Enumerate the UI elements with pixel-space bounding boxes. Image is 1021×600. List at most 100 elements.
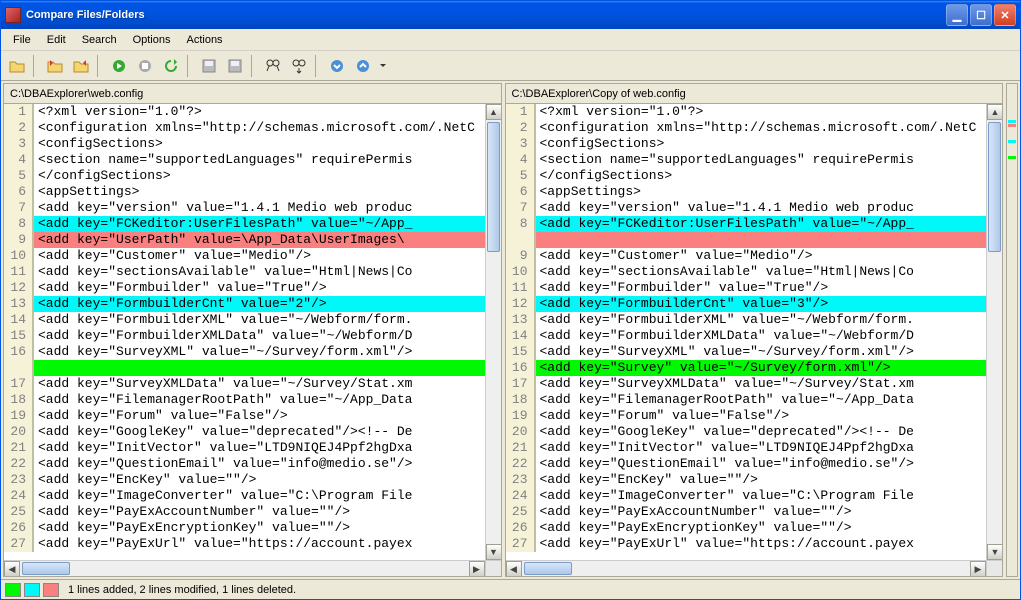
scroll-thumb[interactable] <box>487 122 500 252</box>
code-line[interactable]: 19 <add key="Forum" value="False"/> <box>506 408 987 424</box>
code-line[interactable]: 14 <add key="FormbuilderXML" value="~/We… <box>4 312 485 328</box>
code-line[interactable]: 2<configuration xmlns="http://schemas.mi… <box>506 120 987 136</box>
maximize-button[interactable]: ☐ <box>970 4 992 26</box>
open-left-icon[interactable] <box>43 54 67 78</box>
code-line[interactable]: 13 <add key="FormbuilderXML" value="~/We… <box>506 312 987 328</box>
code-line[interactable]: 7 <add key="version" value="1.4.1 Medio … <box>4 200 485 216</box>
dropdown-arrow-icon[interactable] <box>377 54 389 78</box>
menu-edit[interactable]: Edit <box>39 32 74 48</box>
code-line[interactable]: 6 <appSettings> <box>506 184 987 200</box>
code-line[interactable]: 6 <appSettings> <box>4 184 485 200</box>
right-code-area[interactable]: 1<?xml version="1.0"?>2<configuration xm… <box>506 104 987 560</box>
code-line[interactable]: 26 <add key="PayExEncryptionKey" value="… <box>4 520 485 536</box>
scroll-right-icon[interactable]: ▶ <box>970 561 986 576</box>
code-line[interactable]: 4 <section name="supportedLanguages" req… <box>4 152 485 168</box>
save-left-icon[interactable] <box>197 54 221 78</box>
scroll-track[interactable] <box>486 120 501 544</box>
code-line[interactable]: 13 <add key="FormbuilderCnt" value="2"/> <box>4 296 485 312</box>
scroll-thumb[interactable] <box>988 122 1001 252</box>
code-line[interactable]: 5 </configSections> <box>506 168 987 184</box>
code-line[interactable]: 22 <add key="QuestionEmail" value="info@… <box>506 456 987 472</box>
code-line[interactable]: 14 <add key="FormbuilderXMLData" value="… <box>506 328 987 344</box>
code-line[interactable]: 8 <add key="FCKeditor:UserFilesPath" val… <box>4 216 485 232</box>
code-line[interactable]: 3 <configSections> <box>4 136 485 152</box>
code-line[interactable]: 18 <add key="FilemanagerRootPath" value=… <box>506 392 987 408</box>
code-line[interactable]: 11 <add key="Formbuilder" value="True"/> <box>506 280 987 296</box>
left-vscrollbar[interactable]: ▲ ▼ <box>485 104 501 560</box>
code-line[interactable]: 2<configuration xmlns="http://schemas.mi… <box>4 120 485 136</box>
code-line[interactable]: 7 <add key="version" value="1.4.1 Medio … <box>506 200 987 216</box>
scroll-left-icon[interactable]: ◀ <box>506 561 522 576</box>
code-line[interactable]: 19 <add key="Forum" value="False"/> <box>4 408 485 424</box>
scroll-thumb[interactable] <box>22 562 70 575</box>
code-line[interactable]: 3 <configSections> <box>506 136 987 152</box>
find-next-icon[interactable] <box>287 54 311 78</box>
code-line[interactable]: 4 <section name="supportedLanguages" req… <box>506 152 987 168</box>
scroll-down-icon[interactable]: ▼ <box>486 544 501 560</box>
code-line[interactable]: 9 <add key="UserPath" value=\App_Data\Us… <box>4 232 485 248</box>
close-button[interactable]: ✕ <box>994 4 1016 26</box>
left-hscrollbar[interactable]: ◀ ▶ <box>4 560 485 576</box>
code-line[interactable] <box>4 360 485 376</box>
code-line[interactable]: 23 <add key="EncKey" value=""/> <box>4 472 485 488</box>
stop-icon[interactable] <box>133 54 157 78</box>
menu-options[interactable]: Options <box>125 32 179 48</box>
prev-diff-up-icon[interactable] <box>351 54 375 78</box>
code-line[interactable]: 17 <add key="SurveyXMLData" value="~/Sur… <box>506 376 987 392</box>
scroll-track[interactable] <box>522 561 971 576</box>
right-hscrollbar[interactable]: ◀ ▶ <box>506 560 987 576</box>
code-line[interactable]: 16 <add key="SurveyXML" value="~/Survey/… <box>4 344 485 360</box>
save-right-icon[interactable] <box>223 54 247 78</box>
code-line[interactable]: 24 <add key="ImageConverter" value="C:\P… <box>506 488 987 504</box>
code-line[interactable]: 20 <add key="GoogleKey" value="deprecate… <box>506 424 987 440</box>
open-folder-icon[interactable] <box>5 54 29 78</box>
code-line[interactable]: 18 <add key="FilemanagerRootPath" value=… <box>4 392 485 408</box>
code-line[interactable]: 23 <add key="EncKey" value=""/> <box>506 472 987 488</box>
code-line[interactable]: 22 <add key="QuestionEmail" value="info@… <box>4 456 485 472</box>
code-line[interactable]: 21 <add key="InitVector" value="LTD9NIQE… <box>4 440 485 456</box>
code-line[interactable]: 9 <add key="Customer" value="Medio"/> <box>506 248 987 264</box>
menu-actions[interactable]: Actions <box>178 32 230 48</box>
code-line[interactable]: 10 <add key="sectionsAvailable" value="H… <box>506 264 987 280</box>
scroll-down-icon[interactable]: ▼ <box>987 544 1002 560</box>
scroll-track[interactable] <box>20 561 469 576</box>
scroll-track[interactable] <box>987 120 1002 544</box>
code-line[interactable]: 1<?xml version="1.0"?> <box>4 104 485 120</box>
code-line[interactable]: 1<?xml version="1.0"?> <box>506 104 987 120</box>
find-icon[interactable] <box>261 54 285 78</box>
code-line[interactable]: 25 <add key="PayExAccountNumber" value="… <box>4 504 485 520</box>
code-line[interactable]: 27 <add key="PayExUrl" value="https://ac… <box>4 536 485 552</box>
diff-overview-strip[interactable] <box>1006 83 1018 577</box>
go-icon[interactable] <box>107 54 131 78</box>
code-line[interactable] <box>506 232 987 248</box>
code-line[interactable]: 12 <add key="Formbuilder" value="True"/> <box>4 280 485 296</box>
code-line[interactable]: 21 <add key="InitVector" value="LTD9NIQE… <box>506 440 987 456</box>
scroll-thumb[interactable] <box>524 562 572 575</box>
next-diff-down-icon[interactable] <box>325 54 349 78</box>
open-right-icon[interactable] <box>69 54 93 78</box>
scroll-up-icon[interactable]: ▲ <box>486 104 501 120</box>
code-line[interactable]: 25 <add key="PayExAccountNumber" value="… <box>506 504 987 520</box>
code-line[interactable]: 26 <add key="PayExEncryptionKey" value="… <box>506 520 987 536</box>
minimize-button[interactable]: ▁ <box>946 4 968 26</box>
refresh-icon[interactable] <box>159 54 183 78</box>
code-line[interactable]: 17 <add key="SurveyXMLData" value="~/Sur… <box>4 376 485 392</box>
code-line[interactable]: 5 </configSections> <box>4 168 485 184</box>
left-code-area[interactable]: 1<?xml version="1.0"?>2<configuration xm… <box>4 104 485 560</box>
code-line[interactable]: 24 <add key="ImageConverter" value="C:\P… <box>4 488 485 504</box>
scroll-right-icon[interactable]: ▶ <box>469 561 485 576</box>
code-line[interactable]: 27 <add key="PayExUrl" value="https://ac… <box>506 536 987 552</box>
scroll-left-icon[interactable]: ◀ <box>4 561 20 576</box>
scroll-up-icon[interactable]: ▲ <box>987 104 1002 120</box>
left-path-header[interactable]: C:\DBAExplorer\web.config <box>4 84 501 104</box>
code-line[interactable]: 15 <add key="SurveyXML" value="~/Survey/… <box>506 344 987 360</box>
code-line[interactable]: 12 <add key="FormbuilderCnt" value="3"/> <box>506 296 987 312</box>
code-line[interactable]: 20 <add key="GoogleKey" value="deprecate… <box>4 424 485 440</box>
right-path-header[interactable]: C:\DBAExplorer\Copy of web.config <box>506 84 1003 104</box>
code-line[interactable]: 16 <add key="Survey" value="~/Survey/for… <box>506 360 987 376</box>
menu-search[interactable]: Search <box>74 32 125 48</box>
code-line[interactable]: 11 <add key="sectionsAvailable" value="H… <box>4 264 485 280</box>
code-line[interactable]: 8 <add key="FCKeditor:UserFilesPath" val… <box>506 216 987 232</box>
menu-file[interactable]: File <box>5 32 39 48</box>
code-line[interactable]: 15 <add key="FormbuilderXMLData" value="… <box>4 328 485 344</box>
